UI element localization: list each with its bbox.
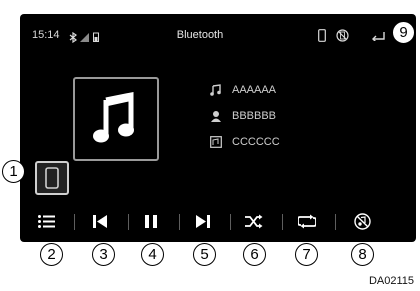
shuffle-icon[interactable] bbox=[245, 214, 263, 229]
track-album: CCCCCC bbox=[232, 136, 280, 148]
music-note-icon bbox=[210, 84, 221, 96]
pause-icon[interactable] bbox=[144, 214, 158, 229]
separator bbox=[282, 214, 283, 230]
sound-off-icon[interactable] bbox=[354, 213, 371, 230]
artist-icon bbox=[211, 111, 221, 122]
separator bbox=[230, 214, 231, 230]
device-select-button[interactable] bbox=[35, 161, 69, 195]
no-phone-icon[interactable] bbox=[336, 29, 349, 42]
callout-2: 2 bbox=[40, 243, 63, 266]
phone-icon[interactable] bbox=[318, 29, 326, 42]
track-artist: BBBBBB bbox=[232, 110, 277, 122]
separator bbox=[179, 214, 180, 230]
next-track-icon[interactable] bbox=[196, 214, 210, 229]
callout-7: 7 bbox=[295, 243, 318, 266]
callout-5: 5 bbox=[193, 243, 216, 266]
figure-code: DA02115 bbox=[368, 275, 414, 287]
callout-4: 4 bbox=[141, 243, 164, 266]
previous-track-icon[interactable] bbox=[93, 214, 107, 229]
back-icon[interactable] bbox=[371, 29, 385, 41]
callout-3: 3 bbox=[92, 243, 115, 266]
callout-9: 9 bbox=[392, 21, 415, 44]
phone-icon bbox=[45, 167, 59, 189]
album-art bbox=[73, 77, 159, 161]
separator bbox=[74, 214, 75, 230]
callout-1: 1 bbox=[2, 160, 25, 183]
track-title: AAAAAA bbox=[232, 84, 277, 96]
callout-6: 6 bbox=[243, 243, 266, 266]
album-icon bbox=[210, 136, 222, 148]
head-unit-screen: 15:14 Bluetooth AAAAAA BBBBBB CCCCCC bbox=[20, 14, 416, 242]
list-icon[interactable] bbox=[38, 214, 55, 229]
repeat-icon[interactable] bbox=[298, 214, 316, 229]
screen-title: Bluetooth bbox=[176, 29, 224, 41]
separator bbox=[335, 214, 336, 230]
separator bbox=[128, 214, 129, 230]
callout-8: 8 bbox=[351, 243, 374, 266]
music-note-icon bbox=[93, 91, 134, 143]
